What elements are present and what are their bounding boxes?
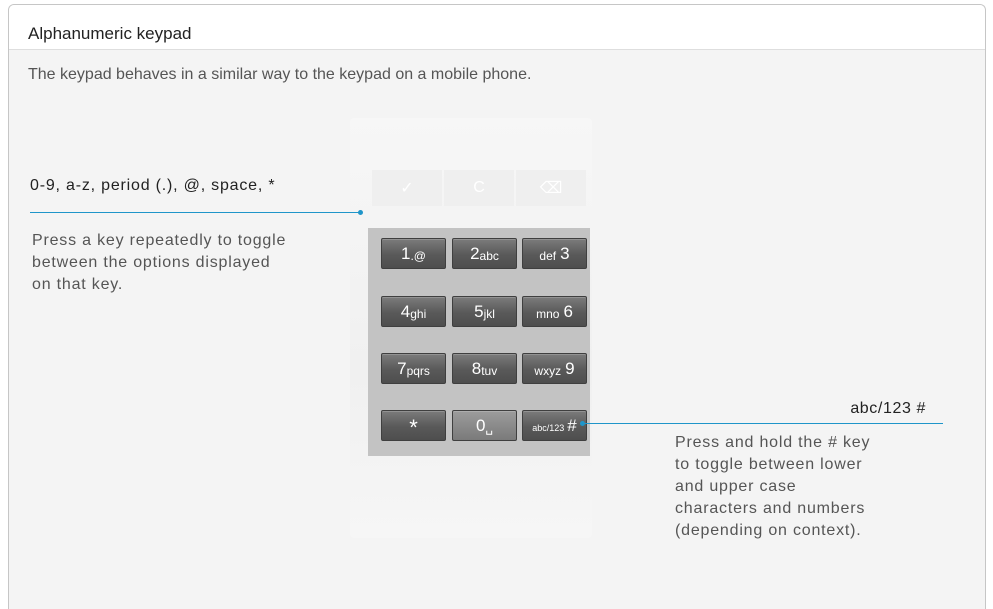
callout-left-line	[30, 212, 361, 213]
key-star[interactable]: *	[381, 410, 446, 441]
callout-left-body: Press a key repeatedly to toggle between…	[32, 232, 287, 293]
key-3[interactable]: def 3	[522, 238, 587, 269]
callout-right-heading: abc/123 #	[850, 400, 926, 417]
title-bar: Alphanumeric keypad	[9, 5, 985, 50]
key-hash[interactable]: abc/123 #	[522, 410, 587, 441]
key-8[interactable]: 8 tuv	[452, 353, 517, 384]
key-4[interactable]: 4 ghi	[381, 296, 446, 327]
page-title: Alphanumeric keypad	[28, 24, 192, 43]
clear-key: C	[444, 170, 514, 206]
key-5[interactable]: 5 jkl	[452, 296, 517, 327]
key-7[interactable]: 7 pqrs	[381, 353, 446, 384]
key-2[interactable]: 2 abc	[452, 238, 517, 269]
callout-left-heading: 0-9, a-z, period (.), @, space, *	[30, 177, 276, 194]
confirm-icon: ✓	[372, 170, 442, 206]
callout-left-dot	[358, 210, 363, 215]
callout-right-dot	[580, 421, 585, 426]
key-0[interactable]: 0 ␣	[452, 410, 517, 441]
key-9[interactable]: wxyz 9	[522, 353, 587, 384]
device-top-row: ✓ C ⌫	[372, 170, 586, 206]
key-1[interactable]: 1 .@	[381, 238, 446, 269]
key-6[interactable]: mno 6	[522, 296, 587, 327]
page-subtitle: The keypad behaves in a similar way to t…	[28, 66, 532, 83]
callout-right-line	[583, 423, 943, 424]
backspace-icon: ⌫	[516, 170, 586, 206]
callout-right-body: Press and hold the # key to toggle betwe…	[675, 434, 871, 539]
